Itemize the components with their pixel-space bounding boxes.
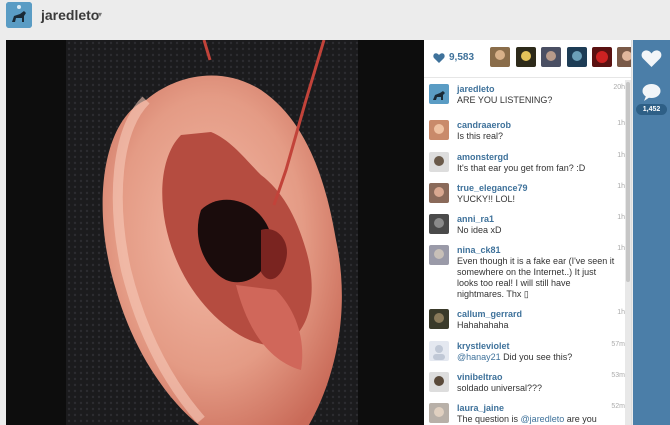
comment-text: Even though it is a fake ear (I've seen … (457, 256, 615, 299)
scrollbar-thumb[interactable] (626, 82, 630, 282)
caret-down-icon[interactable]: ▾ (98, 10, 102, 19)
comment-text: YUCKY!! LOL! (457, 194, 516, 204)
comment-text: soldado universal??? (457, 383, 543, 393)
comment-text: Hahahahaha (457, 320, 509, 330)
mention-link[interactable]: @jaredleto (521, 414, 565, 424)
comment-time: 52m (611, 403, 625, 410)
comment-time: 20h (613, 84, 625, 91)
comment-username[interactable]: jaredleto (457, 84, 495, 94)
avatar[interactable] (429, 309, 449, 329)
liker-avatar[interactable] (592, 47, 612, 67)
comment-username[interactable]: vinibeltrao (457, 372, 503, 382)
account-username[interactable]: jaredleto (41, 7, 99, 23)
comment-username[interactable]: amonstergd (457, 152, 509, 162)
avatar[interactable] (429, 84, 449, 104)
comment-time: 1h (617, 120, 625, 127)
avatar[interactable] (429, 152, 449, 172)
comment-time: 57m (611, 341, 625, 348)
heart-icon[interactable] (641, 48, 662, 69)
account-avatar[interactable] (6, 2, 32, 28)
avatar[interactable] (429, 245, 449, 265)
liker-avatar[interactable] (516, 47, 536, 67)
comment-time: 1h (617, 245, 625, 252)
comment-username[interactable]: candraaerob (457, 120, 511, 130)
liker-avatar[interactable] (567, 47, 587, 67)
comment-time: 1h (617, 309, 625, 316)
likes-count[interactable]: 9,583 (449, 52, 474, 63)
comment-text: The question is @jaredleto are you (457, 414, 597, 424)
comment-count-badge[interactable]: 1,452 (636, 104, 667, 115)
liker-avatar[interactable] (490, 47, 510, 67)
comment-username[interactable]: callum_gerrard (457, 309, 522, 319)
post-photo[interactable] (6, 40, 424, 425)
post-detail-panel: 9,583 jaredleto 20h ARE YOU LISTENING? c… (424, 40, 632, 425)
comment-username[interactable]: true_elegance79 (457, 183, 528, 193)
likes-row: 9,583 (424, 40, 631, 78)
comment-username[interactable]: laura_jaine (457, 403, 504, 413)
comment-time: 53m (611, 372, 625, 379)
action-sidebar: 1,452 (633, 40, 670, 425)
comments-scrollbar[interactable] (625, 80, 631, 425)
avatar[interactable] (429, 341, 449, 361)
heart-icon[interactable] (433, 52, 445, 64)
avatar[interactable] (429, 183, 449, 203)
comment-text: No idea xD (457, 225, 502, 235)
comment-time: 1h (617, 152, 625, 159)
comment-text: @hanay21 Did you see this? (457, 352, 573, 362)
comment-username[interactable]: nina_ck81 (457, 245, 501, 255)
comment-text: Is this real? (457, 131, 504, 141)
top-bar: jaredleto ▾ (0, 0, 670, 32)
comment-icon[interactable] (641, 82, 662, 103)
avatar[interactable] (429, 372, 449, 392)
comment-username[interactable]: krystleviolet (457, 341, 510, 351)
comment-time: 1h (617, 214, 625, 221)
comment-text: ARE YOU LISTENING? (457, 95, 553, 105)
liker-avatar[interactable] (617, 47, 631, 67)
avatar[interactable] (429, 214, 449, 234)
avatar[interactable] (429, 403, 449, 423)
comment-text: It's that ear you get from fan? :D (457, 163, 586, 173)
mention-link[interactable]: @hanay21 (457, 352, 501, 362)
avatar[interactable] (429, 120, 449, 140)
comment-time: 1h (617, 183, 625, 190)
comment-username[interactable]: anni_ra1 (457, 214, 494, 224)
liker-avatar[interactable] (541, 47, 561, 67)
